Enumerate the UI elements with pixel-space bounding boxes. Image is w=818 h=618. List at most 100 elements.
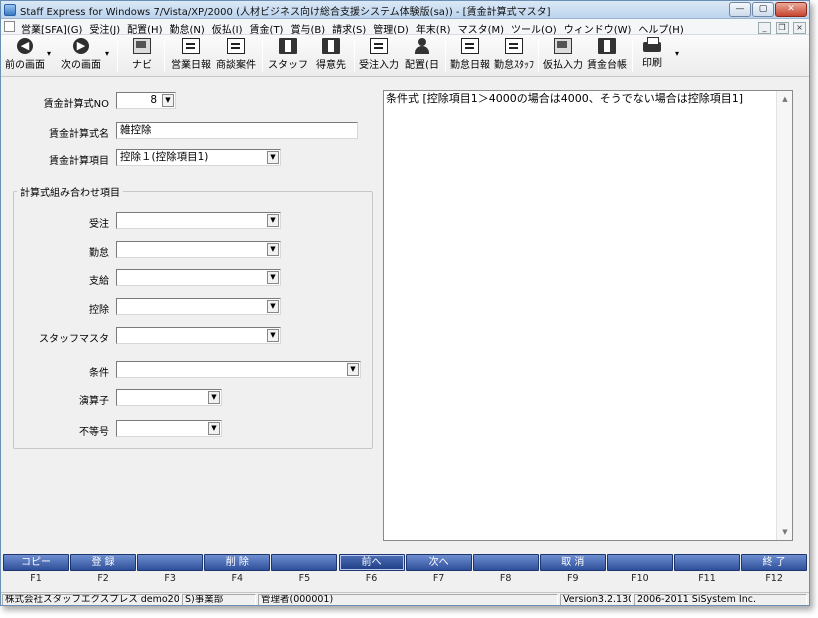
formula-no-select[interactable]: 8 ▼ <box>116 92 176 109</box>
attendance-select[interactable]: ▼ <box>116 241 281 258</box>
formula-text: 条件式 [控除項目1＞4000の場合は4000、そうでない場合は控除項目1] <box>386 92 744 105</box>
status-copyright: 2006-2011 SiSystem Inc. <box>634 594 807 605</box>
chevron-down-icon[interactable]: ▼ <box>267 214 279 227</box>
function-key-f9-button[interactable]: 取 消 <box>539 554 606 571</box>
status-company: 株式会社スタッフエクスプレス demo201101 <box>2 594 180 605</box>
condition-select[interactable]: ▼ <box>116 361 361 378</box>
next-dropdown-icon[interactable]: ▾ <box>105 49 109 58</box>
toolbar-separator <box>117 40 118 72</box>
chevron-down-icon[interactable]: ▼ <box>267 329 279 342</box>
status-bar: 株式会社スタッフエクスプレス demo201101 S)事業部 管理者(0000… <box>1 592 809 605</box>
function-key-label: F7 <box>432 573 445 584</box>
mdi-restore-button[interactable]: ❐ <box>775 22 789 34</box>
function-key-f5-button[interactable] <box>271 554 338 571</box>
function-key-f8-button[interactable] <box>472 554 539 571</box>
function-key-f3-button[interactable] <box>137 554 204 571</box>
toolbar-separator <box>354 40 355 72</box>
print-button[interactable]: 印刷 <box>637 37 667 75</box>
wage-ledger-button[interactable]: 賃金台帳 <box>585 37 629 75</box>
mdi-minimize-button[interactable]: _ <box>758 22 771 34</box>
function-key-f1-button[interactable]: コピー <box>3 554 69 571</box>
attendance-daily-button[interactable]: 勤怠日報 <box>448 37 492 75</box>
navi-button[interactable]: ナビ <box>125 37 159 75</box>
placement-button[interactable]: 配置(日 <box>402 37 442 75</box>
group-title: 計算式組み合わせ項目 <box>17 184 123 199</box>
document-icon <box>4 21 15 32</box>
chevron-down-icon[interactable]: ▼ <box>267 243 279 256</box>
attendance-staff-button[interactable]: 勤怠ｽﾀｯﾌ <box>492 37 536 75</box>
order-select[interactable]: ▼ <box>116 212 281 229</box>
mdi-controls: _ ❐ × <box>757 20 806 34</box>
back-dropdown-icon[interactable]: ▾ <box>47 49 51 58</box>
function-key-f10-button[interactable] <box>606 554 673 571</box>
toolbar-separator <box>445 40 446 72</box>
status-department: S)事業部 <box>182 594 256 605</box>
attendance-staff-icon <box>505 38 523 54</box>
printer-icon <box>643 37 661 52</box>
staff-master-label: スタッフマスタ <box>39 334 109 345</box>
deduction-label: 控除 <box>89 305 109 316</box>
next-arrow-icon: ▶ <box>73 38 89 54</box>
sales-report-icon <box>182 38 200 54</box>
print-dropdown-icon[interactable]: ▾ <box>675 49 679 58</box>
menu-bar: 営業[SFA](G) 受注(J) 配置(H) 勤怠(N) 仮払(I) 賃金(T) 賞与(B)… <box>1 19 809 36</box>
menu-items: 営業[SFA](G) 受注(J) 配置(H) 勤怠(N) 仮払(I) 賃金(T) 賞与(B)… <box>21 21 691 36</box>
next-button[interactable]: ▶ 次の画面 <box>57 37 105 75</box>
advance-entry-icon <box>554 38 572 54</box>
formula-item-select[interactable]: 控除１(控除項目1) ▼ <box>116 149 281 166</box>
toolbar-separator <box>632 40 633 72</box>
staff-master-select[interactable]: ▼ <box>116 327 281 344</box>
function-key-label: F8 <box>499 573 512 584</box>
staff-button[interactable]: スタッフ <box>265 37 311 75</box>
chevron-down-icon[interactable]: ▼ <box>267 300 279 313</box>
function-key-f7-button[interactable]: 次へ <box>405 554 472 571</box>
chevron-down-icon[interactable]: ▼ <box>208 422 220 435</box>
close-button[interactable]: ✕ <box>775 2 807 17</box>
meeting-icon <box>227 38 245 54</box>
mdi-close-button[interactable]: × <box>793 22 806 34</box>
inequality-select[interactable]: ▼ <box>116 420 222 437</box>
function-key-f6-button[interactable]: 前へ <box>338 554 405 571</box>
function-key-f11-button[interactable] <box>674 554 740 571</box>
payment-select[interactable]: ▼ <box>116 269 281 286</box>
title-bar: Staff Express for Windows 7/Vista/XP/200… <box>1 1 809 19</box>
chevron-down-icon[interactable]: ▼ <box>347 363 359 376</box>
chevron-down-icon[interactable]: ▼ <box>208 391 220 404</box>
meeting-button[interactable]: 商談案件 <box>213 37 259 75</box>
scroll-down-icon[interactable]: ▼ <box>777 524 793 540</box>
toolbar: ◀ 前の画面 ▾ ▶ 次の画面 ▾ ナビ 営業日報 商談案件 スタッフ 得意先 … <box>1 35 809 77</box>
status-version: Version3.2.130 <box>560 594 632 605</box>
status-user: 管理者(000001) <box>258 594 558 605</box>
formula-textarea[interactable]: 条件式 [控除項目1＞4000の場合は4000、そうでない場合は控除項目1] ▲… <box>383 90 793 541</box>
scroll-up-icon[interactable]: ▲ <box>777 91 793 107</box>
chevron-down-icon[interactable]: ▼ <box>162 94 174 107</box>
order-entry-button[interactable]: 受注入力 <box>357 37 401 75</box>
app-icon <box>4 4 16 16</box>
function-key-label: F10 <box>631 573 649 584</box>
vertical-scrollbar[interactable]: ▲ ▼ <box>776 91 792 540</box>
toolbar-separator <box>538 40 539 72</box>
customer-button[interactable]: 得意先 <box>311 37 351 75</box>
function-key-label: F1 <box>30 573 42 584</box>
chevron-down-icon[interactable]: ▼ <box>267 271 279 284</box>
toolbar-separator <box>164 40 165 72</box>
function-key-label: F5 <box>298 573 311 584</box>
back-arrow-icon: ◀ <box>17 38 33 54</box>
operator-select[interactable]: ▼ <box>116 389 222 406</box>
minimize-button[interactable]: — <box>729 2 751 17</box>
deduction-select[interactable]: ▼ <box>116 298 281 315</box>
function-key-f4-button[interactable]: 削 除 <box>204 554 271 571</box>
formula-name-input[interactable]: 雑控除 <box>116 122 358 139</box>
chevron-down-icon[interactable]: ▼ <box>267 151 279 164</box>
function-key-f12-button[interactable]: 終 了 <box>741 554 808 571</box>
function-key-label: F9 <box>567 573 579 584</box>
inequality-label: 不等号 <box>79 427 109 438</box>
maximize-button[interactable]: ▢ <box>752 2 774 17</box>
function-key-label: F3 <box>164 573 176 584</box>
advance-entry-button[interactable]: 仮払入力 <box>541 37 585 75</box>
back-button[interactable]: ◀ 前の画面 <box>3 37 47 75</box>
function-key-f2-button[interactable]: 登 録 <box>70 554 137 571</box>
function-key-label: F12 <box>765 573 783 584</box>
function-key-label: F6 <box>365 573 378 584</box>
sales-daily-button[interactable]: 営業日報 <box>169 37 213 75</box>
